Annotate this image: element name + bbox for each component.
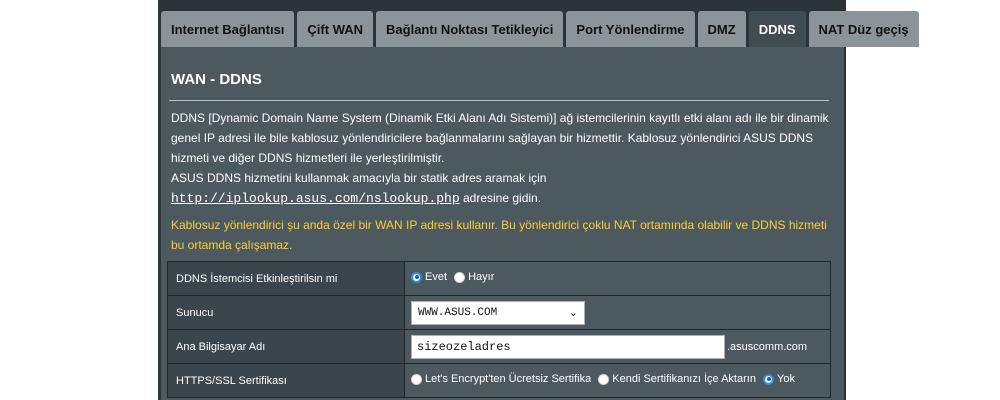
server-label: Sunucu: [167, 295, 405, 330]
lookup-text-suffix: adresine gidin.: [459, 191, 542, 205]
ssl-none-radio[interactable]: Yok: [763, 373, 795, 385]
description-text: DDNS [Dynamic Domain Name System (Dinami…: [171, 111, 829, 165]
hostname-row: Ana Bilgisayar Adı sizeozeladres .asuscom…: [167, 329, 831, 364]
private-ip-warning: Kablosuz yönlendirici şu anda özel bir W…: [171, 218, 827, 252]
tab-nat-passthrough[interactable]: NAT Düz geçiş: [808, 11, 919, 47]
page-title: WAN - DDNS: [171, 71, 262, 88]
ssl-letsencrypt-label: Let's Encrypt'ten Ücretsiz Sertifika: [425, 373, 592, 386]
iplookup-link[interactable]: http://iplookup.asus.com/nslookup.php: [171, 191, 460, 206]
hostname-label: Ana Bilgisayar Adı: [167, 329, 405, 364]
tab-internet-connection[interactable]: Internet Bağlantısı: [161, 11, 295, 47]
ssl-letsencrypt-radio[interactable]: Let's Encrypt'ten Ücretsiz Sertifika: [411, 373, 591, 385]
ddns-description: DDNS [Dynamic Domain Name System (Dinami…: [171, 108, 836, 209]
hostname-input-value: sizeozeladres: [417, 339, 511, 354]
ssl-row: HTTPS/SSL Sertifikası Let's Encrypt'ten …: [167, 363, 831, 398]
tab-port-trigger[interactable]: Bağlantı Noktası Tetikleyici: [376, 11, 564, 47]
server-select[interactable]: WWW.ASUS.COM ⌄: [411, 300, 585, 325]
enable-row: DDNS İstemcisi Etkinleştirilsin mi Evet …: [167, 261, 831, 296]
ddns-panel: WAN - DDNS DDNS [Dynamic Domain Name Sys…: [161, 47, 844, 400]
ssl-import-label: Kendi Sertifikanızı İçe Aktarın: [612, 373, 756, 386]
radio-unchecked-icon: [411, 373, 422, 385]
tab-bar: Internet Bağlantısı Çift WAN Bağlantı No…: [161, 11, 919, 47]
enable-no-radio[interactable]: Hayır: [454, 271, 494, 283]
ssl-options: Let's Encrypt'ten Ücretsiz Sertifika Ken…: [404, 363, 831, 398]
chevron-down-icon: ⌄: [568, 306, 578, 319]
server-cell: WWW.ASUS.COM ⌄: [404, 295, 831, 330]
hostname-input[interactable]: sizeozeladres: [411, 334, 725, 359]
radio-checked-icon: [411, 271, 422, 283]
tab-port-forwarding[interactable]: Port Yönlendirme: [566, 11, 695, 47]
tab-ddns[interactable]: DDNS: [748, 11, 806, 47]
ssl-import-radio[interactable]: Kendi Sertifikanızı İçe Aktarın: [598, 373, 756, 385]
hostname-cell: sizeozeladres .asuscomm.com: [404, 329, 831, 364]
enable-yes-radio[interactable]: Evet: [411, 271, 447, 283]
enable-options: Evet Hayır: [404, 261, 831, 296]
server-row: Sunucu WWW.ASUS.COM ⌄: [167, 295, 831, 330]
tab-dmz[interactable]: DMZ: [697, 11, 746, 47]
hostname-suffix: .asuscomm.com: [727, 340, 808, 353]
ssl-none-label: Yok: [777, 373, 795, 386]
lookup-text-prefix: ASUS DDNS hizmetini kullanmak amacıyla b…: [171, 171, 547, 185]
enable-label: DDNS İstemcisi Etkinleştirilsin mi: [167, 261, 405, 296]
server-selected-value: WWW.ASUS.COM: [418, 306, 498, 319]
radio-unchecked-icon: [598, 373, 610, 385]
ssl-label: HTTPS/SSL Sertifikası: [167, 363, 405, 398]
title-divider: [169, 100, 829, 101]
radio-unchecked-icon: [454, 271, 466, 283]
tab-dual-wan[interactable]: Çift WAN: [297, 11, 374, 47]
enable-no-label: Hayır: [468, 271, 495, 284]
enable-yes-label: Evet: [425, 271, 448, 284]
ddns-settings-table: DDNS İstemcisi Etkinleştirilsin mi Evet …: [167, 261, 831, 398]
radio-checked-icon: [763, 373, 775, 385]
